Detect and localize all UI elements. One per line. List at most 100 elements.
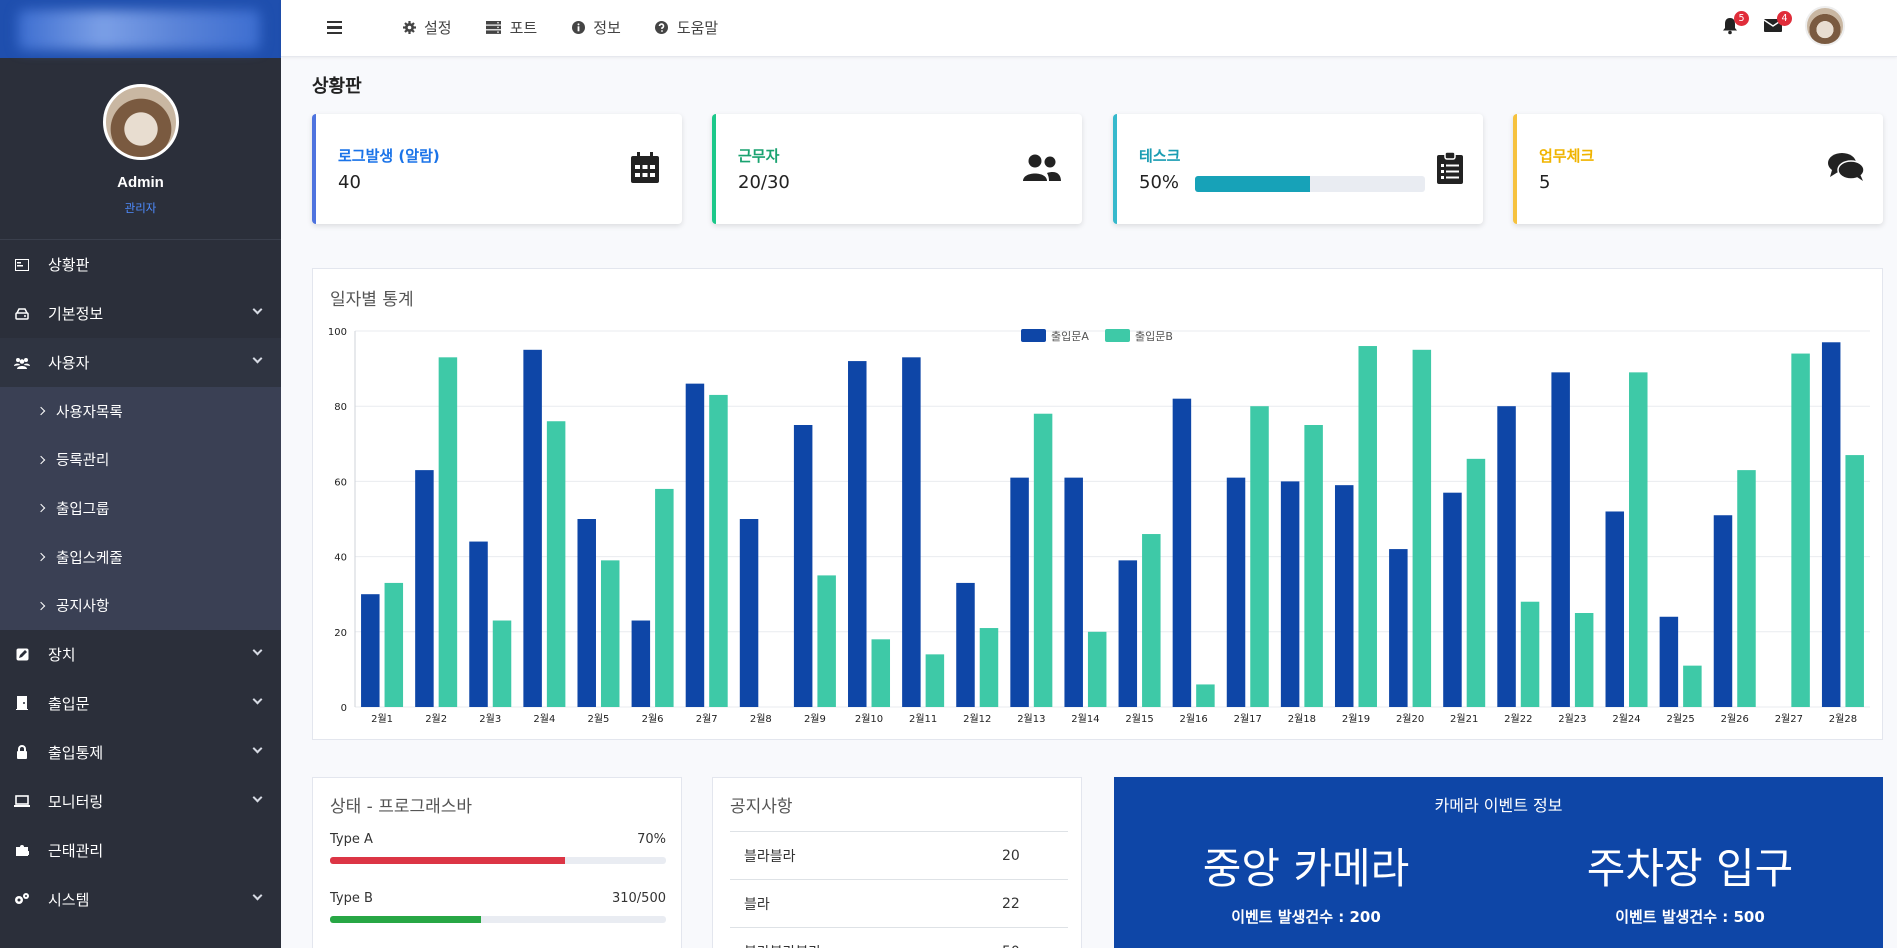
bar-a — [685, 383, 705, 707]
users-icon — [1020, 152, 1062, 184]
profile-avatar — [102, 84, 179, 160]
chevron-right-icon — [36, 552, 46, 562]
bar-a — [1605, 511, 1625, 707]
user-avatar[interactable] — [1805, 6, 1845, 46]
x-tick-label: 2월7 — [696, 713, 718, 725]
sidebar-item-dashboard[interactable]: 상황판 — [0, 240, 281, 289]
sidebar-item-door[interactable]: 출입문 — [0, 679, 281, 728]
bar-b — [1791, 353, 1810, 707]
progress-row-type-b: Type B 310/500 — [330, 891, 666, 923]
top-nav: 설정 포트 정보 도움말 — [402, 17, 718, 38]
messages-badge: 4 — [1777, 11, 1792, 26]
progress-track — [330, 857, 666, 864]
bar-b — [871, 639, 891, 707]
legend-label: 출입문B — [1135, 330, 1173, 343]
bar-a — [1551, 372, 1570, 707]
stat-card-value: 20/30 — [738, 172, 790, 193]
stat-card-log[interactable]: 로그발생 (알람) 40 — [312, 114, 682, 224]
hamburger-menu-icon[interactable] — [327, 21, 342, 35]
bar-a — [793, 425, 813, 707]
edit-icon — [14, 646, 30, 662]
bar-a — [1280, 481, 1300, 707]
x-tick-label: 2월19 — [1342, 713, 1370, 725]
bar-a — [956, 582, 975, 707]
bar-b — [1250, 406, 1269, 707]
chevron-down-icon — [252, 694, 263, 705]
chevron-down-icon — [252, 743, 263, 754]
notice-title: 블라 — [744, 896, 770, 913]
task-progress-bar — [1195, 176, 1425, 192]
x-tick-label: 2월17 — [1234, 713, 1262, 725]
sidebar-subitem-access-schedule[interactable]: 출입스케줄 — [0, 533, 281, 582]
table-row[interactable]: 블라블라 20 — [730, 831, 1068, 880]
calendar-icon — [630, 152, 662, 184]
messages-button[interactable]: 4 — [1762, 11, 1792, 39]
x-tick-label: 2월26 — [1721, 713, 1749, 725]
bar-a — [1713, 515, 1733, 707]
notice-card-title: 공지사항 — [730, 797, 793, 817]
puzzle-icon — [14, 842, 30, 858]
nav-label: 포트 — [509, 19, 538, 37]
bar-b — [1033, 413, 1053, 707]
sidebar-item-attendance[interactable]: 근태관리 — [0, 826, 281, 875]
stat-card-task[interactable]: 테스크 50% — [1113, 114, 1483, 224]
progress-label: Type A — [330, 832, 373, 847]
progress-fill — [330, 857, 566, 864]
nav-help[interactable]: 도움말 — [655, 17, 718, 38]
table-row[interactable]: 블라 22 — [730, 879, 1068, 928]
bar-a — [902, 357, 921, 707]
stat-card-workers[interactable]: 근무자 20/30 — [712, 114, 1082, 224]
comments-icon — [1827, 152, 1865, 184]
sidebar-subitem-label: 등록관리 — [56, 453, 110, 470]
camera-parking[interactable]: 주차장 입구 이벤트 발생건수 : 500 — [1498, 835, 1882, 927]
sidebar-item-users[interactable]: 사용자 — [0, 338, 281, 387]
notice-count: 50 — [988, 928, 1068, 948]
sidebar-subitem-user-list[interactable]: 사용자목록 — [0, 387, 281, 436]
bar-b — [655, 488, 674, 707]
stat-card-value: 40 — [338, 172, 361, 193]
y-tick-label: 40 — [334, 553, 347, 564]
sidebar-subitem-notice[interactable]: 공지사항 — [0, 581, 281, 630]
notice-count: 22 — [1002, 895, 1020, 912]
sidebar-subitem-access-group[interactable]: 출입그룹 — [0, 484, 281, 533]
sidebar-item-monitoring[interactable]: 모니터링 — [0, 777, 281, 826]
bar-a — [631, 620, 651, 707]
sidebar-subitem-registration[interactable]: 등록관리 — [0, 436, 281, 485]
notice-count: 20 — [1002, 847, 1020, 864]
sidebar-item-system[interactable]: 시스템 — [0, 875, 281, 924]
top-right-actions: 5 4 — [1719, 6, 1845, 46]
camera-central[interactable]: 중앙 카메라 이벤트 발생건수 : 200 — [1114, 835, 1498, 927]
y-tick-label: 60 — [334, 477, 347, 488]
bar-a — [1172, 398, 1192, 707]
x-tick-label: 2월5 — [588, 713, 610, 725]
nav-label: 정보 — [593, 19, 621, 37]
x-tick-label: 2월16 — [1180, 713, 1208, 725]
sidebar-item-basic-info[interactable]: 기본정보 — [0, 289, 281, 338]
sidebar-item-access-control[interactable]: 출입통제 — [0, 728, 281, 777]
sidebar-item-label: 시스템 — [48, 890, 90, 909]
nav-label: 설정 — [424, 19, 452, 37]
topbar: 설정 포트 정보 도움말 5 4 — [281, 0, 1897, 57]
brand-logo[interactable] — [0, 0, 281, 58]
sidebar-item-label: 모니터링 — [48, 792, 104, 811]
table-row[interactable]: 블라블라블라50 — [730, 927, 1068, 948]
sidebar: Admin 관리자 상황판 기본정보 사용자 사용자목록 등록관리 출입그룹 출… — [0, 0, 281, 948]
nav-port[interactable]: 포트 — [486, 17, 538, 38]
bar-b — [600, 560, 620, 707]
camera-event-card: 카메라 이벤트 정보 중앙 카메라 이벤트 발생건수 : 200 주차장 입구 … — [1114, 777, 1883, 948]
cogs-icon — [14, 891, 30, 907]
x-tick-label: 2월21 — [1450, 713, 1478, 725]
sidebar-item-device[interactable]: 장치 — [0, 630, 281, 679]
sidebar-item-label: 상황판 — [48, 256, 90, 274]
alerts-button[interactable]: 5 — [1719, 11, 1749, 39]
stat-card-work-check[interactable]: 업무체크 5 — [1513, 114, 1883, 224]
x-tick-label: 2월12 — [963, 713, 991, 725]
bar-b — [546, 421, 566, 707]
bar-a — [577, 519, 596, 707]
nav-info[interactable]: 정보 — [571, 17, 621, 38]
chevron-down-icon — [252, 890, 263, 901]
nav-settings[interactable]: 설정 — [402, 17, 452, 38]
users-submenu: 사용자목록 등록관리 출입그룹 출입스케줄 공지사항 — [0, 387, 281, 630]
door-icon — [14, 695, 30, 711]
lock-icon — [14, 744, 30, 760]
